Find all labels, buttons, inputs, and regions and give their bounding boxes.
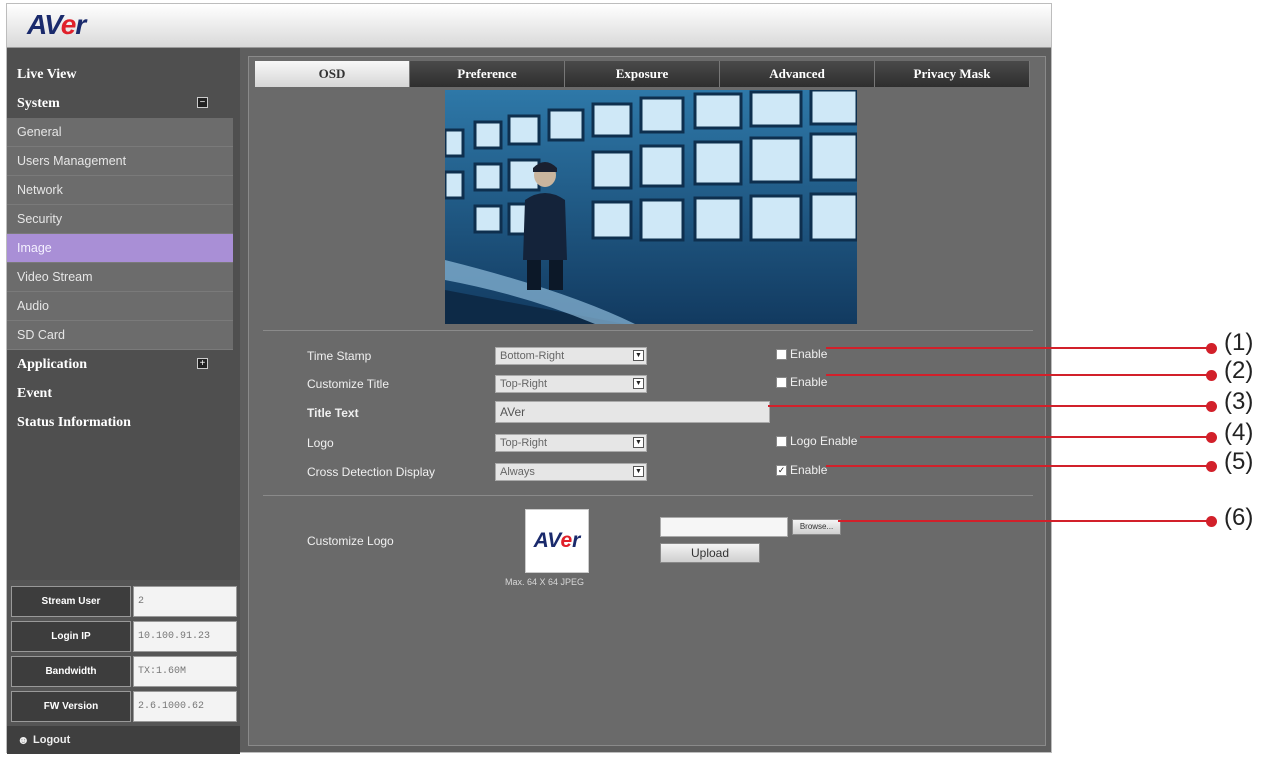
- checkmark-icon: ✓: [777, 465, 786, 475]
- callout-line-1: [826, 347, 1211, 349]
- login-ip-row: Login IP 10.100.91.23: [11, 621, 237, 652]
- callout-line-3: [768, 405, 1211, 407]
- sidebar: Live View System − General Users Managem…: [7, 48, 240, 754]
- callout-label-5: (5): [1224, 448, 1254, 475]
- app-window: AVer Live View System − General Users Ma…: [6, 3, 1052, 754]
- divider: [263, 330, 1033, 331]
- tab-osd[interactable]: OSD: [255, 61, 410, 87]
- time-stamp-enable-checkbox[interactable]: [776, 349, 787, 360]
- dropdown-arrow-icon: ▼: [633, 466, 644, 477]
- sidebar-item-sd-card[interactable]: SD Card: [7, 321, 233, 350]
- stream-user-label: Stream User: [11, 586, 131, 617]
- logo-size-hint: Max. 64 X 64 JPEG: [505, 577, 585, 587]
- video-preview: [445, 90, 857, 324]
- cross-detection-enable-label: Enable: [790, 463, 828, 477]
- time-stamp-select[interactable]: Bottom-Right ▼: [495, 347, 647, 365]
- logo-preview: AVer: [525, 509, 589, 573]
- callout-line-2: [826, 374, 1211, 376]
- callout-label-4: (4): [1224, 419, 1254, 446]
- tab-exposure[interactable]: Exposure: [565, 61, 720, 87]
- sidebar-item-users-management[interactable]: Users Management: [7, 147, 233, 176]
- callout-line-5: [826, 465, 1211, 467]
- sidebar-item-status-information[interactable]: Status Information: [7, 408, 240, 437]
- stream-user-value: 2: [133, 586, 237, 617]
- title-text-input[interactable]: AVer: [495, 401, 770, 423]
- brand-logo: AVer: [27, 9, 86, 40]
- tab-advanced[interactable]: Advanced: [720, 61, 875, 87]
- sidebar-item-network[interactable]: Network: [7, 176, 233, 205]
- sidebar-item-live-view[interactable]: Live View: [7, 60, 240, 89]
- customize-title-select[interactable]: Top-Right ▼: [495, 375, 647, 393]
- tab-preference[interactable]: Preference: [410, 61, 565, 87]
- top-bar: AVer: [7, 4, 1051, 48]
- callout-label-6: (6): [1224, 504, 1254, 531]
- callout-label-3: (3): [1224, 388, 1254, 415]
- login-ip-value: 10.100.91.23: [133, 621, 237, 652]
- callout-dot-5: [1206, 461, 1217, 472]
- callout-line-4: [860, 436, 1211, 438]
- logo-enable-checkbox[interactable]: [776, 436, 787, 447]
- callout-dot-6: [1206, 516, 1217, 527]
- cross-detection-enable-checkbox[interactable]: ✓: [776, 465, 787, 476]
- collapse-icon[interactable]: −: [197, 97, 208, 108]
- bandwidth-row: Bandwidth TX:1.60M: [11, 656, 237, 687]
- time-stamp-enable-label: Enable: [790, 347, 828, 361]
- bandwidth-value: TX:1.60M: [133, 656, 237, 687]
- dropdown-arrow-icon: ▼: [633, 378, 644, 389]
- main-panel: OSD Preference Exposure Advanced Privacy…: [248, 56, 1046, 746]
- sidebar-item-event[interactable]: Event: [7, 379, 240, 408]
- customize-title-label: Customize Title: [307, 377, 390, 391]
- fw-version-row: FW Version 2.6.1000.62: [11, 691, 237, 722]
- browse-button[interactable]: Browse...: [792, 519, 841, 535]
- callout-label-1: (1): [1224, 329, 1254, 356]
- cross-detection-label: Cross Detection Display: [307, 465, 436, 479]
- sidebar-item-audio[interactable]: Audio: [7, 292, 233, 321]
- logo-enable-label: Logo Enable: [790, 434, 858, 448]
- status-info-panel: Stream User 2 Login IP 10.100.91.23 Band…: [7, 580, 240, 732]
- logo-label: Logo: [307, 436, 334, 450]
- logout-label: Logout: [33, 734, 71, 746]
- callout-dot-2: [1206, 370, 1217, 381]
- divider: [263, 495, 1033, 496]
- callout-dot-4: [1206, 432, 1217, 443]
- fw-version-value: 2.6.1000.62: [133, 691, 237, 722]
- callout-dot-1: [1206, 343, 1217, 354]
- upload-button[interactable]: Upload: [660, 543, 760, 563]
- expand-icon[interactable]: +: [197, 358, 208, 369]
- user-icon: ☻: [17, 733, 30, 747]
- sidebar-item-image[interactable]: Image: [7, 234, 233, 263]
- sidebar-item-video-stream[interactable]: Video Stream: [7, 263, 233, 292]
- callout-dot-3: [1206, 401, 1217, 412]
- tab-privacy-mask[interactable]: Privacy Mask: [875, 61, 1030, 87]
- stream-user-row: Stream User 2: [11, 586, 237, 617]
- callout-line-6: [838, 520, 1211, 522]
- customize-title-enable-label: Enable: [790, 375, 828, 389]
- file-path-input[interactable]: [660, 517, 788, 537]
- logo-position-select[interactable]: Top-Right ▼: [495, 434, 647, 452]
- customize-title-enable-checkbox[interactable]: [776, 377, 787, 388]
- sidebar-item-application[interactable]: Application +: [7, 350, 240, 379]
- dropdown-arrow-icon: ▼: [633, 350, 644, 361]
- title-text-label: Title Text: [307, 406, 359, 420]
- sidebar-item-system[interactable]: System −: [7, 89, 240, 118]
- bandwidth-label: Bandwidth: [11, 656, 131, 687]
- time-stamp-label: Time Stamp: [307, 349, 372, 363]
- sidebar-item-general[interactable]: General: [7, 118, 233, 147]
- callout-label-2: (2): [1224, 357, 1254, 384]
- customize-logo-label: Customize Logo: [307, 534, 394, 548]
- logout-button[interactable]: ☻ Logout: [7, 726, 240, 754]
- fw-version-label: FW Version: [11, 691, 131, 722]
- sidebar-item-security[interactable]: Security: [7, 205, 233, 234]
- system-submenu: General Users Management Network Securit…: [7, 118, 233, 350]
- cross-detection-select[interactable]: Always ▼: [495, 463, 647, 481]
- login-ip-label: Login IP: [11, 621, 131, 652]
- surveillance-room-image: [445, 90, 857, 324]
- dropdown-arrow-icon: ▼: [633, 437, 644, 448]
